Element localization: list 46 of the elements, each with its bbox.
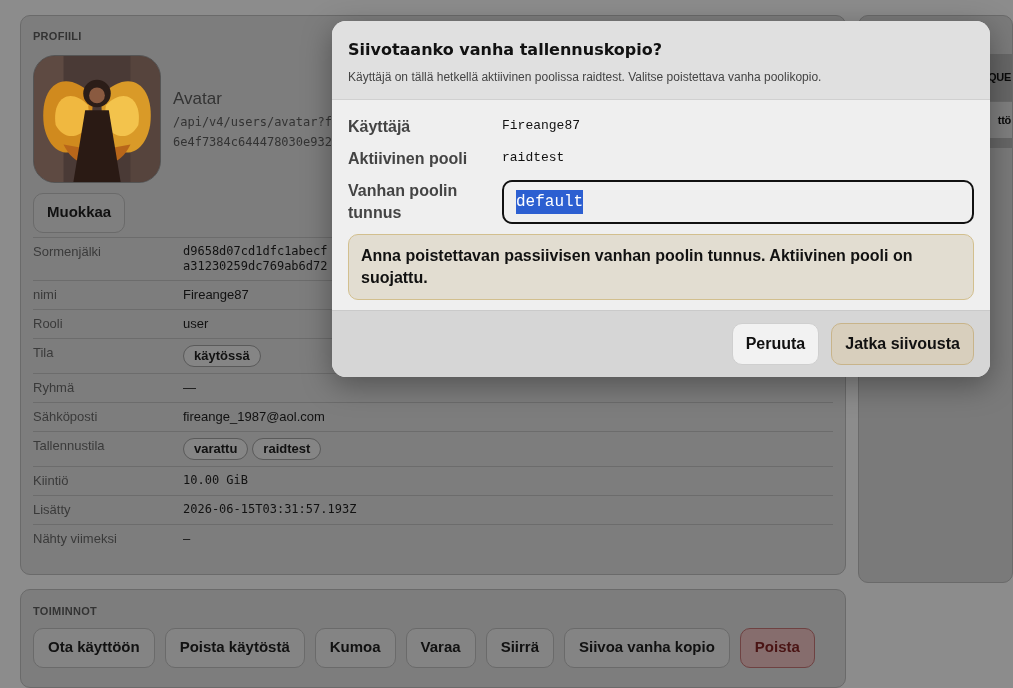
- field-value: Fireange87: [183, 286, 249, 303]
- dialog-description: Käyttäjä on tällä hetkellä aktiivinen poolissa raidtest. Valitse poistettava vanha poolikopio.: [348, 69, 823, 86]
- field-value: d9658d07cd1dfc1abecf a31230259dc769ab6d72: [183, 243, 328, 274]
- action-button[interactable]: Poista käytöstä: [164, 627, 305, 668]
- dialog-field-label: Vanhan poolin tunnus: [348, 181, 459, 223]
- dialog-field-value: Fireange87: [502, 117, 580, 135]
- field-value: –: [183, 530, 191, 547]
- notice-box: Anna poistettavan passiivisen vanhan poolin tunnus. Aktiivinen pooli on suojattu.: [348, 234, 974, 300]
- panel-heading: PROFIILI: [33, 29, 83, 44]
- action-button[interactable]: Siivoa vanha kopio: [564, 627, 730, 668]
- avatar-url: /api/v4/users/avatar?f: [173, 114, 332, 132]
- field-label: Lisätty: [33, 501, 72, 518]
- dialog-button[interactable]: Jatka siivousta: [831, 323, 974, 365]
- pool-id-field[interactable]: default: [502, 180, 974, 224]
- field-label: nimi: [33, 286, 58, 303]
- status-tag: raidtest: [252, 437, 322, 460]
- field-label: Ryhmä: [33, 379, 76, 396]
- field-label: Tila: [33, 344, 55, 361]
- field-label: Rooli: [33, 315, 64, 332]
- dialog-field-label: Käyttäjä: [348, 117, 412, 137]
- action-button[interactable]: Poista: [739, 627, 815, 668]
- status-tag: käytössä: [183, 344, 261, 367]
- field-value: user: [183, 315, 209, 332]
- dialog-button[interactable]: Peruuta: [731, 323, 820, 365]
- dialog-title: Siivotaanko vanha tallennuskopio?: [348, 39, 664, 61]
- field-value: fireange_1987@aol.com: [183, 408, 325, 425]
- action-button[interactable]: Varaa: [405, 627, 476, 668]
- field-label: Sormenjälki: [33, 243, 102, 260]
- panel-heading: TOIMINNOT: [33, 604, 98, 620]
- action-button[interactable]: Siirrä: [485, 627, 554, 668]
- field-value: 2026-06-15T03:31:57.193Z: [183, 501, 357, 517]
- field-value: 10.00 GiB: [183, 472, 249, 488]
- action-button[interactable]: Kumoa: [314, 627, 396, 668]
- status-tag: varattu: [183, 437, 249, 460]
- field-value: —: [183, 379, 196, 396]
- dialog-field-label: Aktiivinen pooli: [348, 149, 469, 169]
- dialog-field-value: raidtest: [502, 149, 565, 167]
- edit-button[interactable]: Muokkaa: [33, 192, 126, 233]
- field-label: Tallennustila: [33, 437, 106, 454]
- field-label: Nähty viimeksi: [33, 530, 118, 547]
- field-label: Kiintiö: [33, 472, 70, 489]
- avatar-label: Avatar: [173, 87, 223, 110]
- field-label: Sähköposti: [33, 408, 99, 425]
- action-button[interactable]: Ota käyttöön: [33, 627, 155, 668]
- avatar-hash: 6e4f7384c644478030e932: [173, 134, 332, 152]
- side-text: ttö: [997, 112, 1011, 128]
